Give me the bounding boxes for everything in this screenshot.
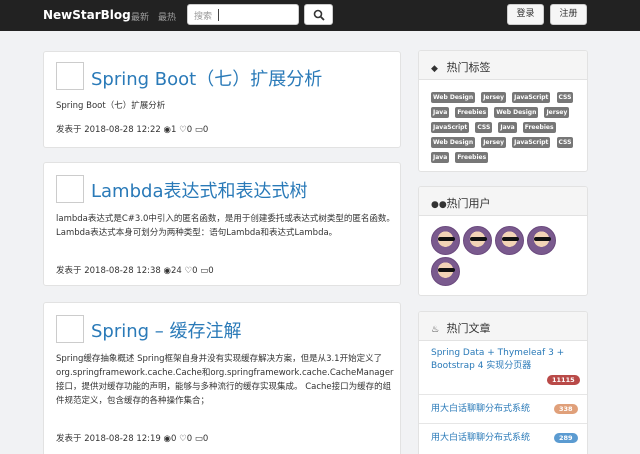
hot-tags-title: 热门标签 (446, 61, 491, 74)
meta-prefix: 发表于 (56, 266, 82, 276)
comment-count: 0 (208, 266, 214, 276)
meta-prefix: 发表于 (56, 434, 82, 444)
tag-link[interactable]: CSS (475, 122, 493, 133)
hot-users-panel: ●● 热门用户 (418, 186, 588, 296)
like-count: 0 (192, 266, 198, 276)
list-item: 用大白话聊聊分布式系统 289 (419, 423, 587, 452)
hot-users-title: 热门用户 (446, 197, 491, 210)
brand-logo[interactable]: NewStarBlog (43, 8, 131, 22)
post-thumbnail[interactable] (56, 62, 84, 90)
post-title-link[interactable]: Spring Boot（七）扩展分析 (91, 65, 322, 91)
tag-link[interactable]: JavaScript (512, 137, 551, 148)
comment-icon: ▭ (194, 125, 203, 135)
eye-icon: ◉ (163, 266, 171, 276)
hot-tags-panel: ◆ 热门标签 Web Design Jersey JavaScript CSS … (418, 50, 588, 172)
tag-link[interactable]: Jersey (544, 107, 570, 118)
user-avatar[interactable] (463, 226, 492, 255)
tag-link[interactable]: Web Design (431, 137, 476, 148)
search-button[interactable] (304, 4, 333, 25)
comment-icon: ▭ (194, 434, 203, 444)
panel-header: ◆ 热门标签 (419, 51, 587, 80)
post-card: Lambda表达式和表达式树 lambda表达式是C#3.0中引入的匿名函数，是… (43, 162, 401, 286)
tag-cloud: Web Design Jersey JavaScript CSS Java Fr… (419, 80, 587, 167)
post-meta: 发表于 2018-08-28 12:22 ◉1 ♡0 ▭0 (56, 123, 208, 135)
post-summary: Spring缓存抽象概述 Spring框架自身并没有实现缓存解决方案，但是从3.… (56, 354, 394, 406)
view-count: 24 (170, 266, 182, 276)
view-count: 1 (170, 125, 177, 135)
hot-articles-panel: ♨ 热门文章 Spring Data + Thymeleaf 3 + Boots… (418, 311, 588, 454)
login-button[interactable]: 登录 (507, 4, 544, 25)
count-badge: 289 (554, 433, 578, 443)
view-count: 0 (170, 434, 177, 444)
tag-link[interactable]: Web Design (431, 92, 476, 103)
text-cursor (218, 9, 219, 21)
tag-link[interactable]: CSS (556, 137, 574, 148)
article-link[interactable]: Spring Data + Thymeleaf 3 + Bootstrap 4 … (431, 347, 571, 373)
tag-link[interactable]: Java (498, 122, 517, 133)
panel-header: ♨ 热门文章 (419, 312, 587, 341)
like-count: 0 (186, 125, 193, 135)
tag-link[interactable]: CSS (556, 92, 574, 103)
post-thumbnail[interactable] (56, 175, 84, 203)
navbar: NewStarBlog 最新 最热 搜索 登录 注册 (0, 0, 640, 31)
list-item: 用大白话聊聊分布式系统 338 (419, 394, 587, 423)
users-icon: ●● (431, 200, 447, 210)
fire-icon: ♨ (431, 325, 440, 335)
post-thumbnail[interactable] (56, 315, 84, 343)
user-avatar[interactable] (431, 226, 460, 255)
post-meta: 发表于 2018-08-28 12:19 ◉0 ♡0 ▭0 (56, 432, 208, 444)
tag-link[interactable]: Freebies (522, 122, 556, 133)
comment-count: 0 (202, 434, 209, 444)
tag-link[interactable]: Jersey (481, 137, 507, 148)
tag-link[interactable]: Java (431, 152, 450, 163)
post-card: Spring – 缓存注解 Spring缓存抽象概述 Spring框架自身并没有… (43, 302, 401, 454)
register-button[interactable]: 注册 (550, 4, 587, 25)
user-avatar[interactable] (527, 226, 556, 255)
post-date: 2018-08-28 12:19 (84, 434, 161, 444)
list-item: Spring Data + Thymeleaf 3 + Bootstrap 4 … (419, 342, 587, 394)
nav-hottest-link[interactable]: 最热 (158, 10, 176, 23)
search-input[interactable]: 搜索 (187, 4, 299, 25)
post-summary: Spring Boot（七）扩展分析 (56, 101, 166, 111)
heart-icon: ♡ (179, 434, 187, 444)
tag-link[interactable]: Web Design (494, 107, 539, 118)
post-title-link[interactable]: Spring – 缓存注解 (91, 317, 242, 343)
meta-prefix: 发表于 (56, 125, 82, 135)
panel-header: ●● 热门用户 (419, 187, 587, 216)
post-date: 2018-08-28 12:38 (84, 266, 161, 276)
post-date: 2018-08-28 12:22 (84, 125, 161, 135)
hot-articles-title: 热门文章 (446, 322, 491, 335)
tag-link[interactable]: JavaScript (431, 122, 470, 133)
tag-link[interactable]: Java (431, 107, 450, 118)
heart-icon: ♡ (179, 125, 187, 135)
nav-latest-link[interactable]: 最新 (131, 10, 149, 23)
post-summary: lambda表达式是C#3.0中引入的匿名函数，是用于创建委托或表达式树类型的匿… (56, 214, 395, 238)
post-title-link[interactable]: Lambda表达式和表达式树 (91, 177, 307, 203)
search-icon (313, 9, 325, 21)
like-count: 0 (186, 434, 193, 444)
post-meta: 发表于 2018-08-28 12:38 ◉24 ♡0 ▭0 (56, 264, 214, 276)
post-card: Spring Boot（七）扩展分析 Spring Boot（七）扩展分析 发表… (43, 51, 401, 148)
tag-link[interactable]: Freebies (455, 107, 489, 118)
article-link[interactable]: 用大白话聊聊分布式系统 (431, 432, 530, 445)
eye-icon: ◉ (163, 125, 171, 135)
article-link[interactable]: 用大白话聊聊分布式系统 (431, 403, 530, 416)
tag-link[interactable]: Freebies (455, 152, 489, 163)
user-avatar[interactable] (495, 226, 524, 255)
count-badge: 338 (554, 404, 578, 414)
tag-link[interactable]: Jersey (481, 92, 507, 103)
count-badge: 11115 (547, 375, 580, 385)
heart-icon: ♡ (184, 266, 193, 276)
user-avatar[interactable] (431, 257, 460, 286)
comment-count: 0 (202, 125, 209, 135)
eye-icon: ◉ (163, 434, 171, 444)
tags-icon: ◆ (431, 64, 438, 74)
tag-link[interactable]: JavaScript (512, 92, 551, 103)
